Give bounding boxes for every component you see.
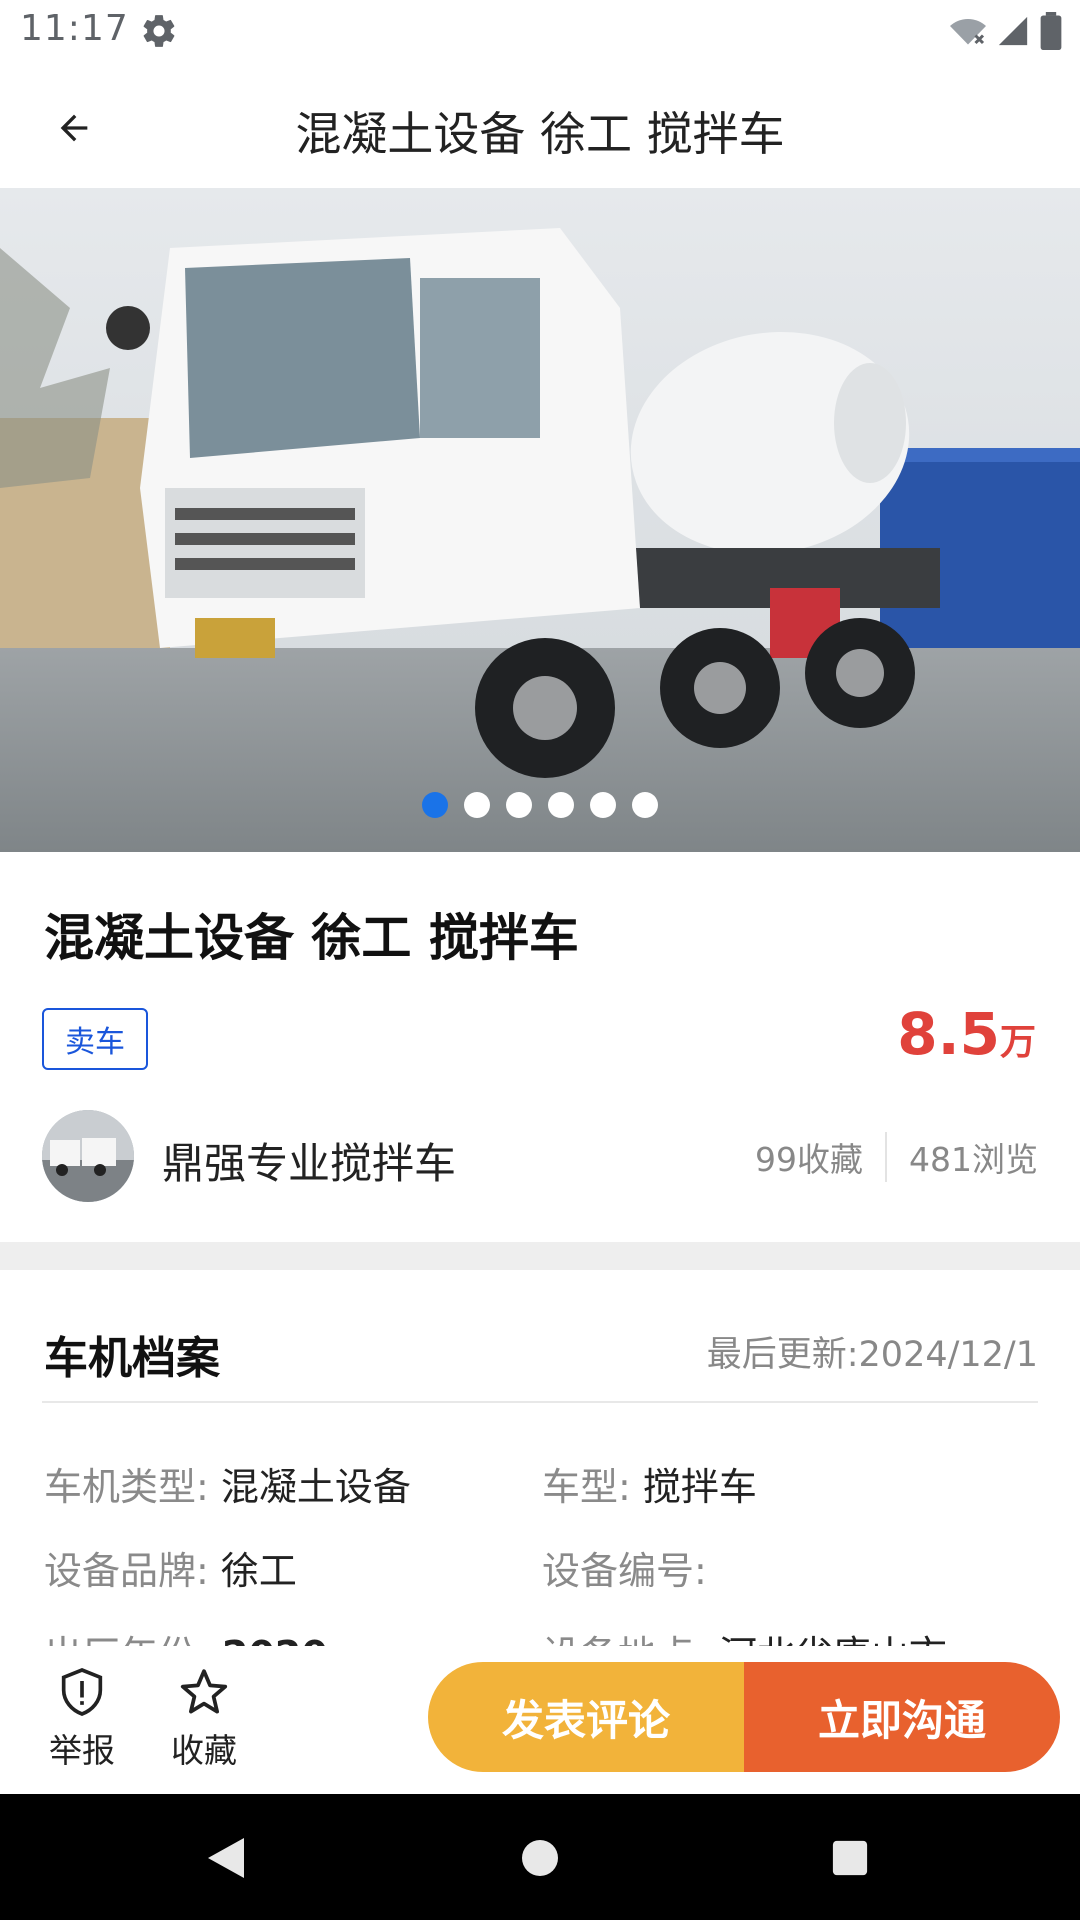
nav-home-button[interactable] [510, 1828, 570, 1888]
settings-gear-icon [140, 12, 178, 50]
app-bar: 混凝土设备 徐工 搅拌车 [0, 62, 1080, 188]
field-vehicle-type: 车机类型: 混凝土设备 [44, 1456, 411, 1511]
stats-divider [885, 1132, 887, 1182]
bottom-action-bar: 举报 收藏 发表评论 立即沟通 [0, 1646, 1080, 1794]
favorites-count: 99收藏 [755, 1140, 863, 1179]
carousel-dot[interactable] [464, 792, 490, 818]
circle-home-icon [522, 1840, 558, 1876]
carousel-indicator [0, 792, 1080, 818]
listing-info: 混凝土设备 徐工 搅拌车 卖车 8.5万 鼎强专业搅拌车 99收藏 481浏览 [0, 852, 1080, 1242]
comment-button[interactable]: 发表评论 [428, 1662, 744, 1772]
report-shield-icon [61, 1668, 103, 1716]
status-icons [950, 12, 1062, 54]
carousel-dot[interactable] [506, 792, 532, 818]
views-count: 481浏览 [909, 1140, 1038, 1179]
carousel-dot[interactable] [548, 792, 574, 818]
page-title: 混凝土设备 徐工 搅拌车 [295, 107, 785, 161]
nav-recents-button[interactable] [820, 1828, 880, 1888]
price: 8.5万 [897, 1000, 1036, 1068]
system-nav-bar [0, 1794, 1080, 1920]
field-label: 车机类型: [44, 1465, 209, 1509]
sell-tag-badge: 卖车 [42, 1008, 148, 1070]
seller-row[interactable]: 鼎强专业搅拌车 99收藏 481浏览 [42, 1110, 1038, 1204]
battery-icon [1040, 12, 1062, 54]
cell-signal-icon [996, 14, 1030, 52]
carousel-dot[interactable] [422, 792, 448, 818]
seller-name[interactable]: 鼎强专业搅拌车 [162, 1130, 456, 1191]
field-serial: 设备编号: [542, 1540, 707, 1595]
field-value: 徐工 [208, 1549, 297, 1593]
status-bar: 11:17 [0, 0, 1080, 62]
price-value: 8.5 [897, 1000, 1000, 1068]
field-value: 混凝土设备 [208, 1465, 411, 1509]
square-recents-icon [832, 1840, 868, 1876]
carousel-dot[interactable] [632, 792, 658, 818]
image-carousel[interactable] [0, 188, 1080, 852]
field-value: 搅拌车 [630, 1465, 757, 1509]
triangle-back-icon [208, 1838, 244, 1878]
section-rule [42, 1401, 1038, 1403]
carousel-dot[interactable] [590, 792, 616, 818]
listing-title: 混凝土设备 徐工 搅拌车 [44, 909, 579, 967]
star-icon [180, 1669, 228, 1714]
field-label: 设备编号: [542, 1549, 707, 1593]
truck-photo [0, 188, 1080, 852]
last-updated: 最后更新:2024/12/1 [706, 1335, 1038, 1375]
field-label: 车型: [542, 1465, 631, 1509]
favorite-label: 收藏 [171, 1731, 237, 1770]
price-unit: 万 [999, 1022, 1036, 1063]
listing-stats: 99收藏 481浏览 [755, 1132, 1038, 1182]
wifi-off-icon [950, 13, 986, 53]
field-model: 车型: 搅拌车 [542, 1456, 757, 1511]
report-label: 举报 [49, 1731, 115, 1770]
section-divider [0, 1242, 1080, 1270]
status-time: 11:17 [20, 8, 129, 49]
vehicle-profile-section: 车机档案 最后更新:2024/12/1 车机类型: 混凝土设备 车型: 搅拌车 … [0, 1270, 1080, 1660]
report-button[interactable]: 举报 [32, 1668, 132, 1772]
favorite-button[interactable]: 收藏 [154, 1668, 254, 1772]
seller-avatar[interactable] [42, 1110, 134, 1202]
contact-now-button[interactable]: 立即沟通 [744, 1662, 1060, 1772]
nav-back-button[interactable] [196, 1828, 256, 1888]
field-label: 设备品牌: [44, 1549, 209, 1593]
field-brand: 设备品牌: 徐工 [44, 1540, 297, 1595]
section-title: 车机档案 [44, 1333, 220, 1384]
